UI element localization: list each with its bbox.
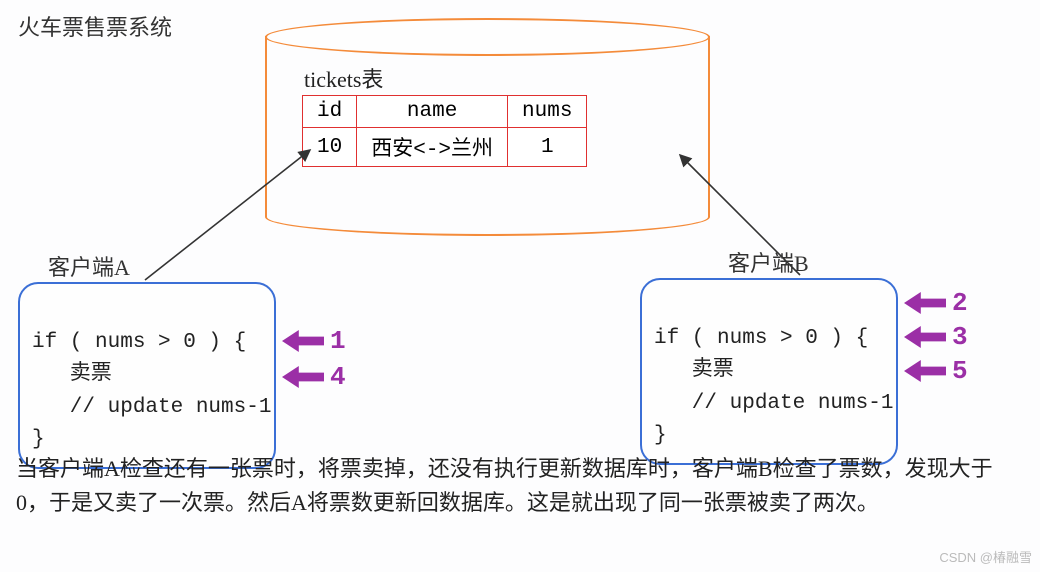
client-a-line2: 卖票 (32, 363, 112, 386)
client-a-label: 客户端A (48, 250, 130, 282)
arrow-left-icon (282, 330, 324, 352)
col-name: name (357, 96, 508, 128)
step-number: 4 (330, 362, 346, 392)
cell-nums: 1 (508, 128, 587, 167)
cell-name: 西安<->兰州 (357, 128, 508, 167)
client-b-codebox: if ( nums > 0 ) { 卖票 // update nums-1 } (640, 278, 898, 465)
table-label: tickets表 (304, 62, 383, 94)
table-header-row: id name nums (303, 96, 587, 128)
step-number: 3 (952, 322, 968, 352)
explanation-text: 当客户端A检查还有一张票时，将票卖掉，还没有执行更新数据库时，客户端B检查了票数… (16, 452, 1016, 520)
cell-id: 10 (303, 128, 357, 167)
step-arrow-5: 5 (904, 356, 968, 386)
system-title: 火车票售票系统 (18, 10, 172, 42)
arrow-left-icon (282, 366, 324, 388)
client-b-line2: 卖票 (654, 359, 734, 382)
col-nums: nums (508, 96, 587, 128)
step-number: 1 (330, 326, 346, 356)
step-arrow-2: 2 (904, 288, 968, 318)
arrow-left-icon (904, 360, 946, 382)
step-arrow-1: 1 (282, 326, 346, 356)
watermark: CSDN @椿融雪 (939, 547, 1032, 566)
client-b-line3: // update nums-1 (654, 392, 893, 415)
client-b-line1: if ( nums > 0 ) { (654, 327, 868, 350)
client-a-line4: } (32, 428, 45, 451)
arrow-left-icon (904, 326, 946, 348)
col-id: id (303, 96, 357, 128)
table-row: 10 西安<->兰州 1 (303, 128, 587, 167)
step-arrow-3: 3 (904, 322, 968, 352)
client-a-line3: // update nums-1 (32, 396, 271, 419)
step-number: 5 (952, 356, 968, 386)
step-number: 2 (952, 288, 968, 318)
client-a-line1: if ( nums > 0 ) { (32, 331, 246, 354)
step-arrow-4: 4 (282, 362, 346, 392)
client-a-codebox: if ( nums > 0 ) { 卖票 // update nums-1 } (18, 282, 276, 469)
arrow-left-icon (904, 292, 946, 314)
tickets-table: id name nums 10 西安<->兰州 1 (302, 95, 587, 167)
client-b-line4: } (654, 424, 667, 447)
client-b-label: 客户端B (728, 246, 809, 278)
